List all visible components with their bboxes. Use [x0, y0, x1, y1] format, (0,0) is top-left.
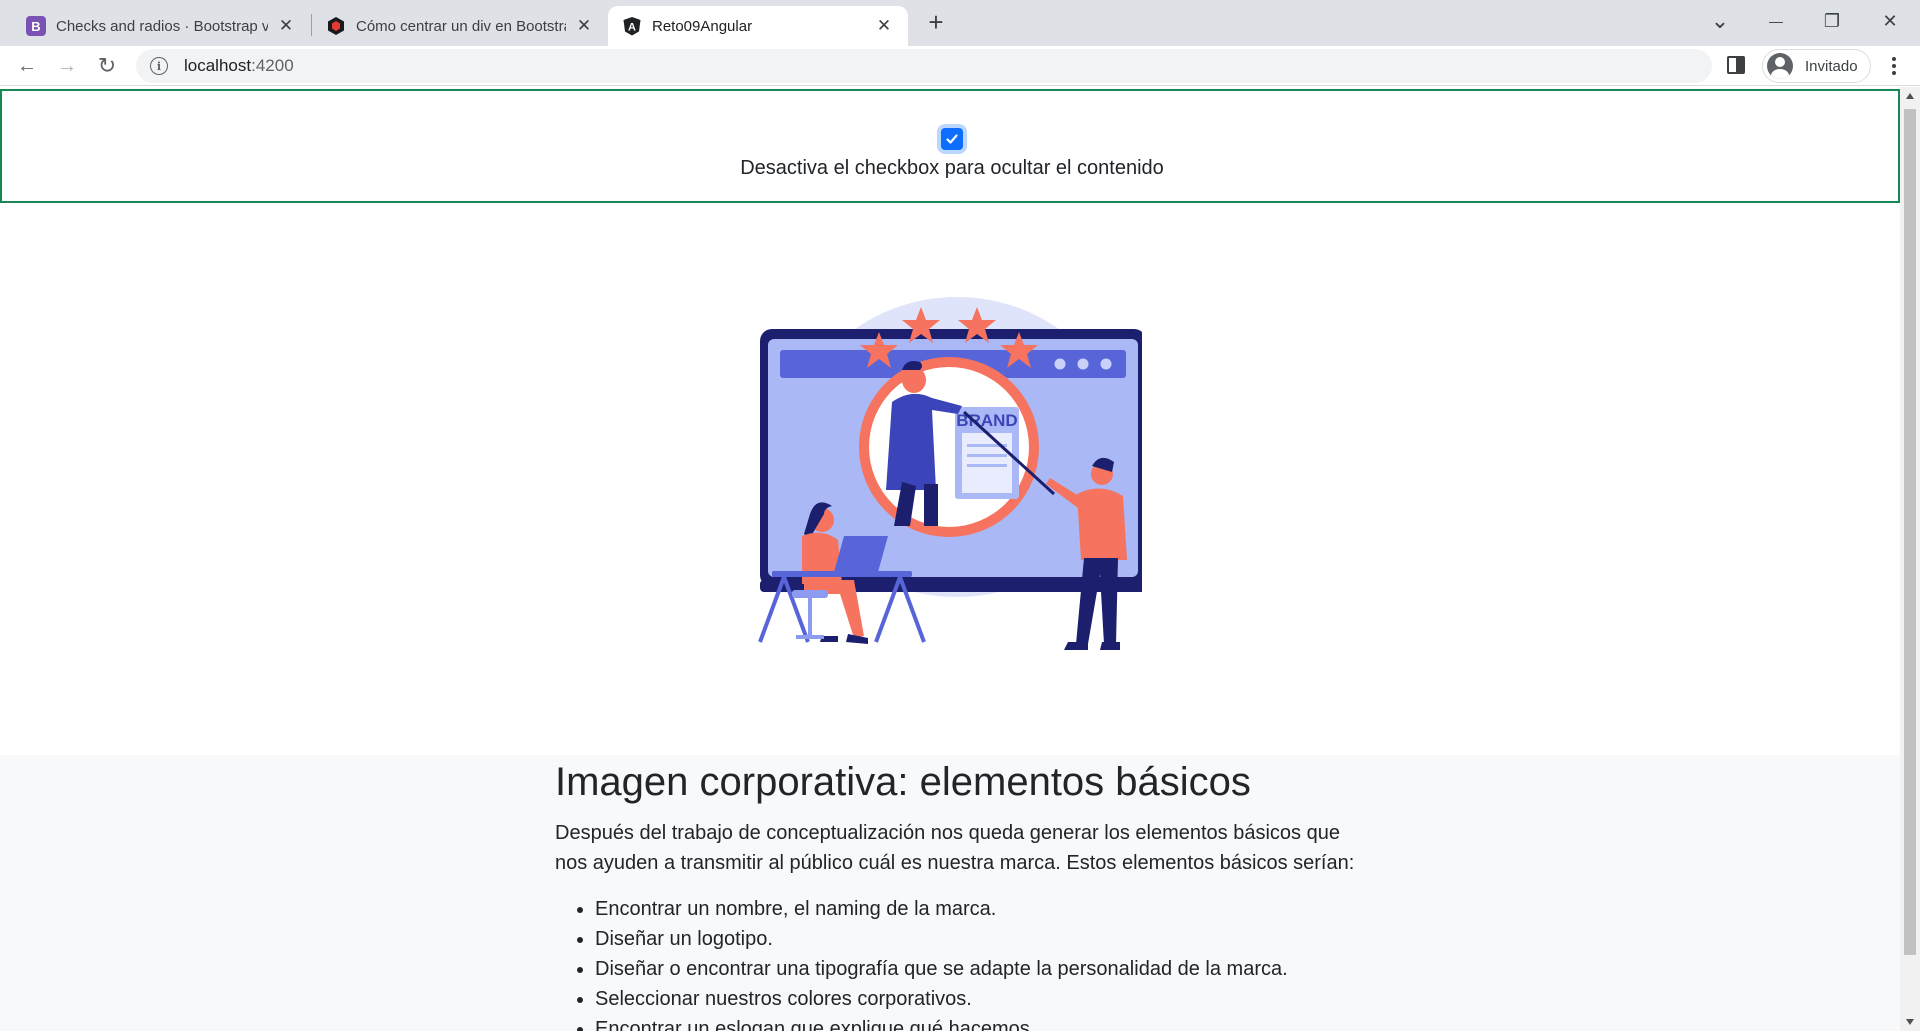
list-item: Encontrar un nombre, el naming de la mar… — [595, 894, 1375, 924]
tab-search-button[interactable]: ⌄ — [1692, 4, 1748, 38]
list-item: Encontrar un eslogan que explique qué ha… — [595, 1014, 1375, 1031]
restore-button[interactable]: ❐ — [1804, 4, 1860, 38]
address-bar[interactable]: i localhost:4200 — [136, 49, 1712, 83]
tab-strip: B Checks and radios · Bootstrap v5. ✕ Có… — [0, 0, 1920, 46]
page-viewport: Desactiva el checkbox para ocultar el co… — [0, 87, 1900, 1031]
tab-centrar-div[interactable]: Cómo centrar un div en Bootstrap ✕ — [312, 6, 608, 46]
article-section: Imagen corporativa: elementos básicos De… — [0, 755, 1900, 1031]
scrollbar-thumb[interactable] — [1904, 109, 1916, 955]
minimize-button[interactable]: — — [1748, 4, 1804, 38]
site-info-icon[interactable]: i — [150, 57, 168, 75]
angular-icon: A — [622, 16, 642, 36]
page-scrollbar[interactable] — [1900, 87, 1920, 1031]
close-window-button[interactable]: ✕ — [1862, 4, 1918, 38]
article-heading: Imagen corporativa: elementos básicos — [555, 760, 1251, 804]
show-content-checkbox[interactable] — [941, 128, 963, 150]
close-icon[interactable]: ✕ — [574, 16, 594, 36]
browser-toolbar: ← → ↻ i localhost:4200 Invitado — [0, 46, 1920, 86]
list-item: Diseñar o encontrar una tipografía que s… — [595, 954, 1375, 984]
scroll-up-icon[interactable] — [1906, 93, 1914, 99]
guest-avatar-icon — [1767, 53, 1793, 79]
list-item: Diseñar un logotipo. — [595, 924, 1375, 954]
scroll-down-icon[interactable] — [1906, 1019, 1914, 1025]
profile-label: Invitado — [1805, 57, 1858, 75]
tab-bootstrap-checks[interactable]: B Checks and radios · Bootstrap v5. ✕ — [12, 6, 310, 46]
tab-title: Cómo centrar un div en Bootstrap — [356, 17, 566, 35]
elements-list: Encontrar un nombre, el naming de la mar… — [555, 894, 1375, 1031]
close-icon[interactable]: ✕ — [874, 16, 894, 36]
toggle-container: Desactiva el checkbox para ocultar el co… — [0, 89, 1900, 203]
side-panel-icon[interactable] — [1727, 56, 1745, 74]
svg-text:A: A — [628, 22, 636, 34]
checkbox-label: Desactiva el checkbox para ocultar el co… — [740, 157, 1164, 179]
tab-title: Reto09Angular — [652, 17, 753, 35]
reload-button[interactable]: ↻ — [91, 50, 123, 82]
article-paragraph: Después del trabajo de conceptualización… — [555, 822, 1355, 874]
url-port: :4200 — [251, 56, 294, 75]
url-host: localhost — [184, 56, 252, 75]
back-button[interactable]: ← — [11, 50, 43, 82]
article-content: Imagen corporativa: elementos básicos De… — [555, 755, 1375, 1031]
tab-title: Checks and radios · Bootstrap v5. — [56, 17, 268, 35]
bootstrap-icon: B — [26, 16, 46, 36]
forward-button[interactable]: → — [51, 50, 83, 82]
checkmark-icon — [946, 134, 958, 144]
list-item: Seleccionar nuestros colores corporativo… — [595, 984, 1375, 1014]
brand-illustration: BRAND — [758, 297, 1142, 650]
more-menu-icon[interactable] — [1884, 52, 1904, 80]
tab-reto09angular[interactable]: A Reto09Angular ✕ — [608, 6, 908, 46]
new-tab-button[interactable]: + — [922, 9, 950, 37]
close-icon[interactable]: ✕ — [276, 16, 296, 36]
profile-button[interactable]: Invitado — [1762, 49, 1871, 83]
url-text: localhost:4200 — [184, 56, 294, 76]
hexagon-icon — [326, 16, 346, 36]
